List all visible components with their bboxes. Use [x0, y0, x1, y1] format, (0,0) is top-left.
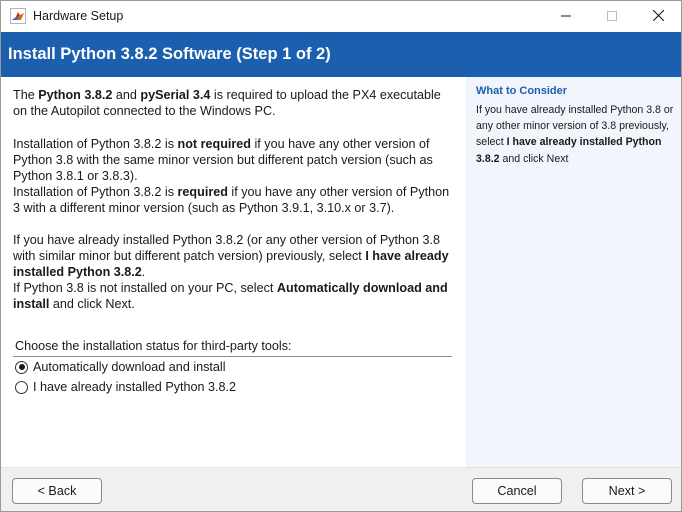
- what-to-consider-panel: What to Consider If you have already ins…: [466, 77, 681, 467]
- text: and: [112, 88, 141, 102]
- not-installed-paragraph: If Python 3.8 is not installed on your P…: [13, 280, 458, 312]
- text: and click Next.: [49, 297, 135, 311]
- cancel-button[interactable]: Cancel: [472, 478, 562, 504]
- back-button[interactable]: < Back: [12, 478, 102, 504]
- title-bar: Hardware Setup: [1, 1, 681, 32]
- divider: [13, 356, 452, 357]
- page-title: Install Python 3.8.2 Software (Step 1 of…: [8, 45, 331, 63]
- python-version-emphasis: Python 3.8.2: [38, 88, 113, 102]
- radio-button-selected[interactable]: [15, 360, 28, 374]
- matlab-icon: [10, 8, 26, 24]
- next-button[interactable]: Next >: [582, 478, 672, 504]
- side-panel-title: What to Consider: [476, 85, 568, 97]
- required-paragraph: Installation of Python 3.8.2 is required…: [13, 184, 458, 216]
- not-required-emphasis: not required: [177, 137, 251, 151]
- radio-label: Automatically download and install: [33, 360, 226, 374]
- radio-label: I have already installed Python 3.8.2: [33, 380, 237, 394]
- text: Installation of Python 3.8.2 is: [13, 137, 178, 151]
- radio-auto-download[interactable]: Automatically download and install: [15, 360, 226, 374]
- radio-already-installed[interactable]: I have already installed Python 3.8.2: [15, 380, 236, 394]
- already-installed-paragraph: If you have already installed Python 3.8…: [13, 232, 458, 280]
- text: If Python 3.8 is not installed on your P…: [13, 281, 277, 295]
- text: The: [13, 88, 39, 102]
- close-button[interactable]: [635, 1, 681, 32]
- close-icon: [652, 8, 664, 26]
- maximize-button[interactable]: [589, 1, 635, 32]
- pyserial-version-emphasis: pySerial 3.4: [140, 88, 211, 102]
- window-title: Hardware Setup: [33, 9, 124, 23]
- minimize-button[interactable]: [543, 1, 589, 32]
- text: Installation of Python 3.8.2 is: [13, 185, 178, 199]
- required-emphasis: required: [177, 185, 228, 199]
- step-header: Install Python 3.8.2 Software (Step 1 of…: [1, 32, 681, 77]
- minimize-icon: [561, 8, 571, 26]
- installation-status-label: Choose the installation status for third…: [15, 339, 292, 353]
- intro-paragraph: The Python 3.8.2 and pySerial 3.4 is req…: [13, 87, 458, 119]
- footer-bar: < Back Cancel Next >: [1, 467, 681, 511]
- hardware-setup-window: Hardware Setup Install Python 3.8.2 Soft…: [0, 0, 682, 512]
- side-panel-text: If you have already installed Python 3.8…: [476, 102, 676, 167]
- maximize-icon: [607, 8, 617, 26]
- main-content: The Python 3.8.2 and pySerial 3.4 is req…: [1, 77, 466, 467]
- radio-button[interactable]: [15, 380, 28, 394]
- text: .: [141, 265, 146, 279]
- text: and click Next: [499, 152, 569, 165]
- not-required-paragraph: Installation of Python 3.8.2 is not requ…: [13, 136, 458, 184]
